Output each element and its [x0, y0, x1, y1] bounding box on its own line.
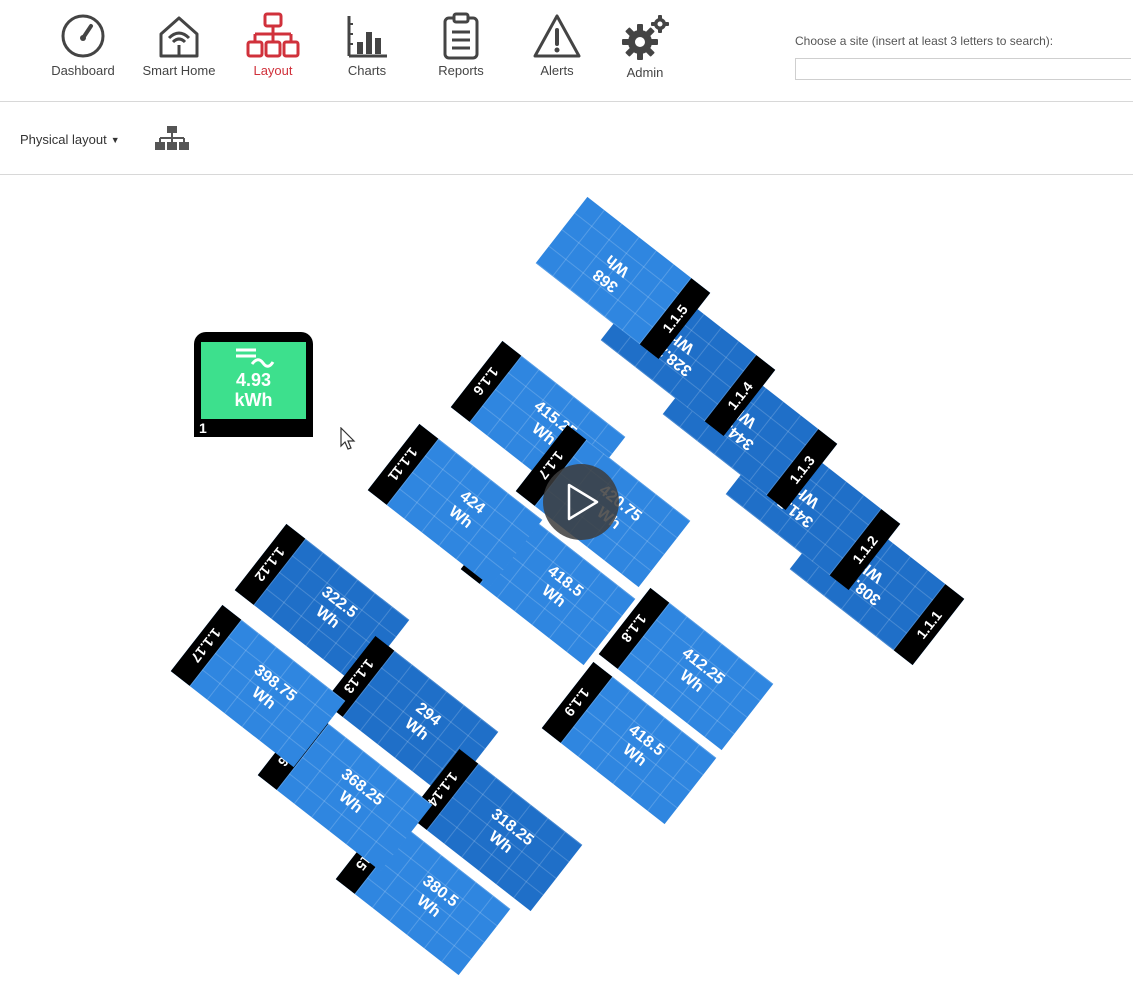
nav-charts[interactable]: Charts — [325, 8, 409, 96]
nav-admin-label: Admin — [626, 65, 664, 80]
inverter-energy-value: 4.93 — [235, 370, 272, 390]
layout-toolbar: Physical layout ▼ — [0, 102, 1133, 175]
tree-view-icon — [155, 126, 189, 150]
sitemap-icon — [246, 12, 300, 58]
bar-chart-icon — [347, 16, 387, 58]
nav-charts-label: Charts — [347, 63, 387, 78]
nav-admin[interactable]: Admin — [603, 8, 687, 96]
nav-smart-home-label: Smart Home — [142, 63, 216, 78]
tree-view-button[interactable] — [154, 126, 190, 155]
nav-reports[interactable]: Reports — [419, 8, 503, 96]
warning-icon — [533, 14, 581, 58]
physical-layout-canvas: 4.93 kWh 1 1.1.1 308.25 Wh 1.1.2 341.5 Wh 1.1.… — [0, 175, 1133, 986]
clipboard-icon — [443, 12, 479, 60]
site-search: Choose a site (insert at least 3 letters… — [795, 34, 1133, 80]
nav-reports-label: Reports — [438, 63, 484, 78]
smart-home-icon — [159, 16, 199, 58]
site-search-label: Choose a site (insert at least 3 letters… — [795, 34, 1054, 48]
inverter-screen: 4.93 kWh — [201, 342, 306, 419]
speedometer-icon — [61, 14, 105, 58]
nav-dashboard[interactable]: Dashboard — [41, 8, 125, 96]
mouse-cursor-icon — [340, 427, 356, 450]
video-play-button[interactable] — [543, 464, 619, 540]
site-search-input[interactable] — [795, 58, 1131, 80]
nav-alerts-label: Alerts — [540, 63, 574, 78]
nav-alerts[interactable]: Alerts — [515, 8, 599, 96]
caret-down-icon: ▼ — [110, 135, 120, 145]
nav-layout-label: Layout — [253, 63, 293, 78]
gears-icon — [622, 15, 669, 60]
nav-layout[interactable]: Layout — [231, 8, 315, 96]
inverter-energy-unit: kWh — [234, 390, 273, 410]
nav-dashboard-label: Dashboard — [51, 63, 115, 78]
top-navigation: Dashboard Smart Home Layout Charts Repor… — [0, 0, 1133, 102]
inverter-tile[interactable]: 4.93 kWh 1 — [194, 332, 313, 437]
inverter-id: 1 — [199, 420, 207, 436]
layout-type-dropdown[interactable]: Physical layout ▼ — [20, 132, 120, 147]
dc-ac-icon — [235, 348, 274, 368]
layout-type-label: Physical layout — [20, 132, 107, 147]
nav-smart-home[interactable]: Smart Home — [137, 8, 221, 96]
play-icon — [567, 483, 599, 521]
